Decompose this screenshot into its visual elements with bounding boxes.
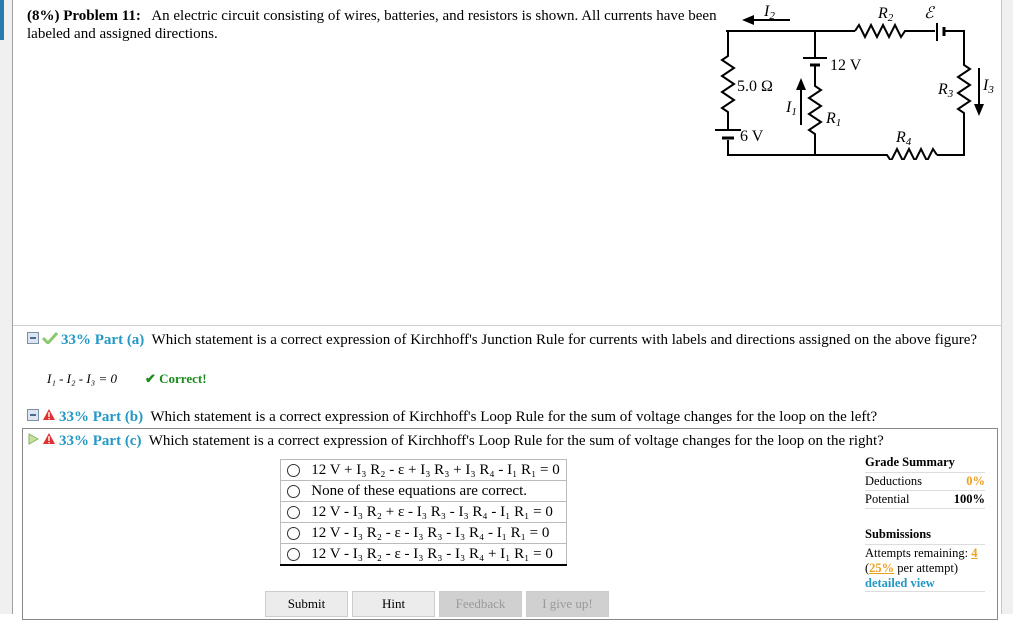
submit-button[interactable]: Submit bbox=[265, 591, 348, 617]
potential-label: Potential bbox=[865, 492, 910, 506]
part-b-question: Which statement is a correct expression … bbox=[150, 409, 878, 425]
scrollbar[interactable] bbox=[1001, 0, 1013, 614]
label-r1: R1 bbox=[825, 110, 841, 129]
problem-label: (8%) Problem 11: bbox=[27, 8, 141, 24]
label-i2: I2 bbox=[763, 3, 775, 22]
label-12v: 12 V bbox=[830, 57, 862, 74]
radio-button[interactable] bbox=[287, 526, 300, 540]
feedback-button[interactable]: Feedback bbox=[439, 591, 522, 617]
label-i3: I3 bbox=[982, 77, 994, 96]
label-5ohm: 5.0 Ω bbox=[737, 78, 773, 95]
potential-value: 100% bbox=[953, 492, 985, 506]
radio-button[interactable] bbox=[287, 505, 300, 519]
warning-icon bbox=[42, 432, 56, 451]
label-i1: I1 bbox=[785, 99, 797, 118]
part-a-answer: I₁ - I₂ - I₃ = 0 ✔ Correct! bbox=[47, 371, 207, 387]
grade-summary: Grade Summary Deductions 0% Potential 100%… bbox=[865, 455, 985, 592]
expand-arrow-icon[interactable] bbox=[27, 432, 40, 451]
option-row[interactable]: None of these equations are correct. bbox=[280, 480, 567, 502]
part-b: 33% Part (b) Which statement is a correc… bbox=[27, 408, 877, 427]
option-row[interactable]: 12 V - I₃ R₂ + ε - I₃ R₃ - I₃ R₄ - I₁ R₁… bbox=[280, 501, 567, 523]
option-row[interactable]: 12 V - I₃ R₂ - ε - I₃ R₃ - I₃ R₄ + I₁ R₁… bbox=[280, 543, 567, 566]
part-a-question: Which statement is a correct expression … bbox=[151, 332, 978, 348]
per-attempt-label: per attempt) bbox=[894, 561, 959, 575]
option-text: 12 V - I₃ R₂ - ε - I₃ R₃ - I₃ R₄ + I₁ R₁… bbox=[311, 545, 553, 562]
part-a: 33% Part (a) Which statement is a correc… bbox=[27, 331, 997, 350]
action-buttons: Submit Hint Feedback I give up! bbox=[265, 591, 609, 617]
part-c-question: Which statement is a correct expression … bbox=[148, 433, 884, 449]
check-icon bbox=[41, 331, 59, 350]
attempts-label: Attempts remaining: bbox=[865, 546, 969, 560]
answer-text: I₁ - I₂ - I₃ = 0 bbox=[47, 371, 117, 386]
option-row[interactable]: 12 V + I₃ R₂ - ε + I₃ R₃ + I₃ R₄ - I₁ R₁… bbox=[280, 459, 567, 481]
hint-button[interactable]: Hint bbox=[352, 591, 435, 617]
give-up-button[interactable]: I give up! bbox=[526, 591, 609, 617]
label-r4: R4 bbox=[895, 129, 912, 148]
submissions-title: Submissions bbox=[865, 527, 932, 541]
label-6v: 6 V bbox=[740, 128, 764, 145]
collapse-icon[interactable] bbox=[27, 408, 39, 427]
circuit-diagram: I2 R2 ℰ 12 V 5.0 Ω I1 R1 R3 I3 6 V R4 bbox=[715, 3, 994, 160]
collapse-icon[interactable] bbox=[27, 331, 39, 350]
answer-options: 12 V + I₃ R₂ - ε + I₃ R₃ + I₃ R₄ - I₁ R₁… bbox=[280, 459, 567, 566]
label-emf: ℰ bbox=[924, 5, 936, 22]
radio-button[interactable] bbox=[287, 484, 300, 498]
per-attempt-value: 25% bbox=[869, 561, 895, 575]
deductions-label: Deductions bbox=[865, 474, 922, 488]
label-r3: R3 bbox=[937, 81, 954, 100]
detailed-view-link[interactable]: detailed view bbox=[865, 576, 985, 592]
attempts-value: 4 bbox=[971, 546, 978, 560]
grade-title: Grade Summary bbox=[865, 455, 985, 473]
option-text: 12 V + I₃ R₂ - ε + I₃ R₃ + I₃ R₄ - I₁ R₁… bbox=[311, 461, 560, 478]
part-b-label: 33% Part (b) bbox=[59, 409, 144, 425]
part-c: 33% Part (c) Which statement is a correc… bbox=[27, 432, 884, 451]
label-r2: R2 bbox=[877, 5, 894, 24]
radio-button[interactable] bbox=[287, 547, 300, 561]
option-text: 12 V - I₃ R₂ + ε - I₃ R₃ - I₃ R₄ - I₁ R₁… bbox=[311, 503, 553, 520]
option-text: 12 V - I₃ R₂ - ε - I₃ R₃ - I₃ R₄ - I₁ R₁… bbox=[311, 524, 550, 541]
part-a-label: 33% Part (a) bbox=[61, 332, 145, 348]
divider bbox=[13, 325, 1001, 326]
problem-statement: (8%) Problem 11: An electric circuit con… bbox=[27, 7, 717, 43]
radio-button[interactable] bbox=[287, 463, 300, 477]
left-accent bbox=[0, 0, 4, 40]
part-c-label: 33% Part (c) bbox=[59, 433, 142, 449]
correct-feedback: ✔ Correct! bbox=[144, 371, 207, 386]
deductions-value: 0% bbox=[966, 474, 985, 488]
option-row[interactable]: 12 V - I₃ R₂ - ε - I₃ R₃ - I₃ R₄ - I₁ R₁… bbox=[280, 522, 567, 544]
left-panel-edge bbox=[0, 0, 13, 614]
option-text: None of these equations are correct. bbox=[311, 482, 527, 499]
warning-icon bbox=[42, 408, 56, 427]
